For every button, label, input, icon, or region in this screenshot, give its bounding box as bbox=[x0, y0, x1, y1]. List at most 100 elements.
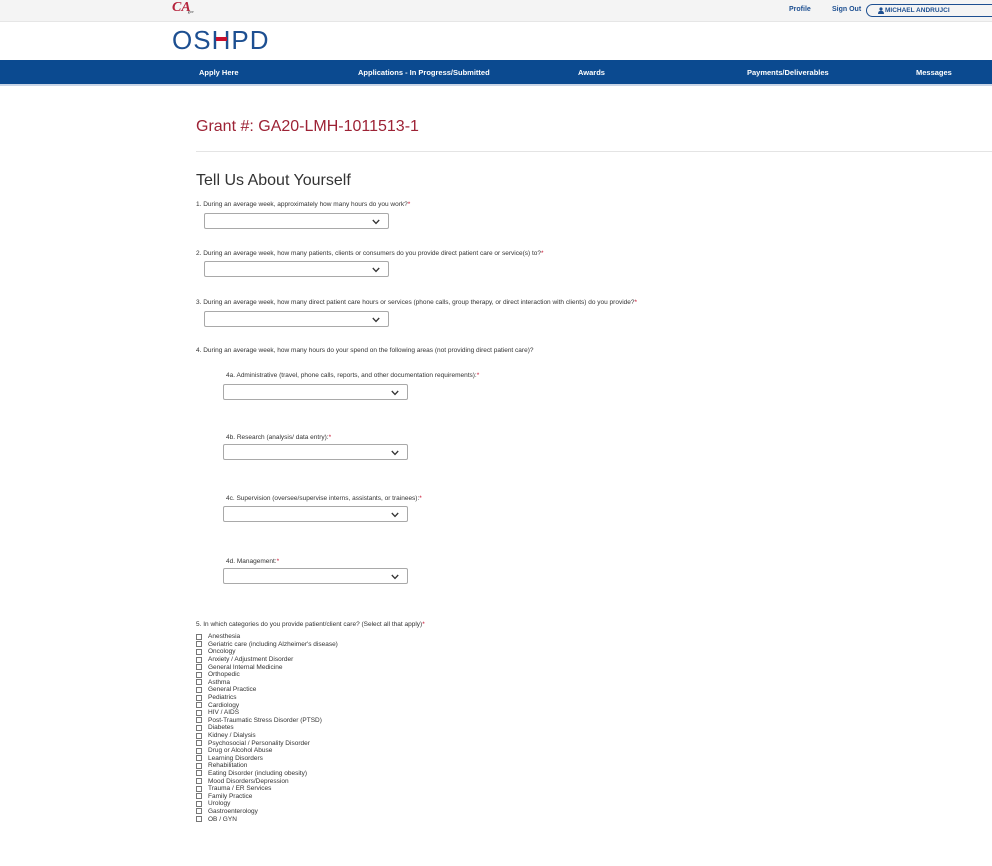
category-checkbox[interactable] bbox=[196, 762, 202, 769]
chevron-down-icon bbox=[372, 267, 380, 273]
question-4c-label: 4c. Supervision (oversee/supervise inter… bbox=[226, 495, 422, 502]
category-checkbox[interactable] bbox=[196, 793, 202, 800]
question-4-text: 4. During an average week, how many hour… bbox=[196, 347, 534, 354]
category-checkbox[interactable] bbox=[196, 808, 202, 815]
question-3-text: 3. During an average week, how many dire… bbox=[196, 299, 635, 306]
category-label: General Practice bbox=[208, 686, 257, 694]
question-4d-text: 4d. Management: bbox=[226, 558, 277, 565]
category-option[interactable]: Trauma / ER Services bbox=[196, 785, 338, 793]
category-label: Urology bbox=[208, 800, 231, 808]
chevron-down-icon bbox=[391, 390, 399, 396]
category-option[interactable]: Anxiety / Adjustment Disorder bbox=[196, 656, 338, 664]
category-checkbox[interactable] bbox=[196, 778, 202, 785]
category-option[interactable]: Oncology bbox=[196, 648, 338, 656]
question-4a-select[interactable] bbox=[223, 384, 408, 400]
category-checkbox[interactable] bbox=[196, 724, 202, 731]
category-option[interactable]: Asthma bbox=[196, 679, 338, 687]
category-checkbox[interactable] bbox=[196, 732, 202, 739]
nav-apply-here[interactable]: Apply Here bbox=[199, 68, 239, 77]
question-4c-text: 4c. Supervision (oversee/supervise inter… bbox=[226, 495, 420, 502]
category-checkbox[interactable] bbox=[196, 633, 202, 640]
question-4d-select[interactable] bbox=[223, 568, 408, 584]
category-option[interactable]: Drug or Alcohol Abuse bbox=[196, 747, 338, 755]
category-option[interactable]: Family Practice bbox=[196, 792, 338, 800]
category-option[interactable]: Geriatric care (including Alzheimer's di… bbox=[196, 641, 338, 649]
category-checkbox[interactable] bbox=[196, 656, 202, 663]
category-option[interactable]: Orthopedic bbox=[196, 671, 338, 679]
category-option[interactable]: Urology bbox=[196, 800, 338, 808]
question-3-select[interactable] bbox=[204, 311, 389, 327]
sign-out-link[interactable]: Sign Out bbox=[832, 6, 861, 13]
question-2-text: 2. During an average week, how many pati… bbox=[196, 250, 542, 257]
category-option[interactable]: Eating Disorder (including obesity) bbox=[196, 770, 338, 778]
category-checkbox[interactable] bbox=[196, 679, 202, 686]
category-option[interactable]: Mood Disorders/Depression bbox=[196, 777, 338, 785]
question-4b-text: 4b. Research (analysis/ data entry): bbox=[226, 434, 329, 441]
category-option[interactable]: Gastroenterology bbox=[196, 808, 338, 816]
category-option[interactable]: General Practice bbox=[196, 686, 338, 694]
category-label: Gastroenterology bbox=[208, 807, 258, 815]
section-title: Tell Us About Yourself bbox=[196, 172, 351, 189]
question-4c-select[interactable] bbox=[223, 506, 408, 522]
category-checkbox[interactable] bbox=[196, 785, 202, 792]
category-checkbox[interactable] bbox=[196, 686, 202, 693]
user-account-button[interactable]: MICHAEL ANDRUJCI bbox=[866, 4, 992, 17]
category-checkbox[interactable] bbox=[196, 664, 202, 671]
category-label: Diabetes bbox=[208, 724, 234, 732]
question-2-select[interactable] bbox=[204, 261, 389, 277]
category-label: General Internal Medicine bbox=[208, 663, 283, 671]
category-checkbox[interactable] bbox=[196, 747, 202, 754]
ca-gov-logo[interactable]: CAgov bbox=[172, 1, 197, 17]
category-checkbox[interactable] bbox=[196, 755, 202, 762]
category-option[interactable]: OB / GYN bbox=[196, 815, 338, 823]
category-checkbox[interactable] bbox=[196, 816, 202, 823]
category-label: Anxiety / Adjustment Disorder bbox=[208, 656, 294, 664]
category-option[interactable]: Cardiology bbox=[196, 701, 338, 709]
category-label: Family Practice bbox=[208, 792, 253, 800]
category-checkbox[interactable] bbox=[196, 740, 202, 747]
question-4b-select[interactable] bbox=[223, 444, 408, 460]
question-4d-label: 4d. Management:* bbox=[226, 558, 279, 565]
category-checkbox[interactable] bbox=[196, 694, 202, 701]
category-label: Post-Traumatic Stress Disorder (PTSD) bbox=[208, 716, 322, 724]
category-option[interactable]: Post-Traumatic Stress Disorder (PTSD) bbox=[196, 717, 338, 725]
category-checkbox[interactable] bbox=[196, 671, 202, 678]
category-label: Psychosocial / Personality Disorder bbox=[208, 739, 310, 747]
category-option[interactable]: Rehabilitation bbox=[196, 762, 338, 770]
nav-awards[interactable]: Awards bbox=[578, 68, 605, 77]
category-label: Cardiology bbox=[208, 701, 240, 709]
category-option[interactable]: Psychosocial / Personality Disorder bbox=[196, 739, 338, 747]
category-option[interactable]: Pediatrics bbox=[196, 694, 338, 702]
category-option[interactable]: Kidney / Dialysis bbox=[196, 732, 338, 740]
oshpd-logo[interactable]: OSHPD bbox=[172, 25, 269, 55]
category-option[interactable]: Diabetes bbox=[196, 724, 338, 732]
required-mark: * bbox=[407, 201, 411, 208]
user-icon bbox=[878, 7, 884, 14]
category-checkbox[interactable] bbox=[196, 717, 202, 724]
profile-link[interactable]: Profile bbox=[789, 6, 811, 13]
category-label: Drug or Alcohol Abuse bbox=[208, 747, 273, 755]
brand-part-3: PD bbox=[231, 25, 270, 55]
nav-messages[interactable]: Messages bbox=[916, 68, 952, 77]
question-3-label: 3. During an average week, how many dire… bbox=[196, 299, 637, 306]
brand-part-1: OS bbox=[172, 25, 212, 55]
category-checkbox[interactable] bbox=[196, 641, 202, 648]
question-2-label: 2. During an average week, how many pati… bbox=[196, 250, 544, 257]
required-mark: * bbox=[541, 250, 544, 257]
chevron-down-icon bbox=[391, 512, 399, 518]
nav-applications[interactable]: Applications - In Progress/Submitted bbox=[358, 68, 490, 77]
category-option[interactable]: Anesthesia bbox=[196, 633, 338, 641]
category-option[interactable]: HIV / AIDS bbox=[196, 709, 338, 717]
nav-payments-deliverables[interactable]: Payments/Deliverables bbox=[747, 68, 829, 77]
category-checkbox[interactable] bbox=[196, 770, 202, 777]
category-option[interactable]: Learning Disorders bbox=[196, 755, 338, 763]
ca-gov-logo-sub: gov bbox=[187, 9, 194, 14]
user-name: MICHAEL ANDRUJCI bbox=[885, 7, 950, 14]
category-checkbox[interactable] bbox=[196, 800, 202, 807]
category-checkbox[interactable] bbox=[196, 702, 202, 709]
category-option[interactable]: General Internal Medicine bbox=[196, 663, 338, 671]
category-checkbox[interactable] bbox=[196, 648, 202, 655]
category-label: Kidney / Dialysis bbox=[208, 732, 256, 740]
category-checkbox[interactable] bbox=[196, 709, 202, 716]
question-1-select[interactable] bbox=[204, 213, 389, 229]
